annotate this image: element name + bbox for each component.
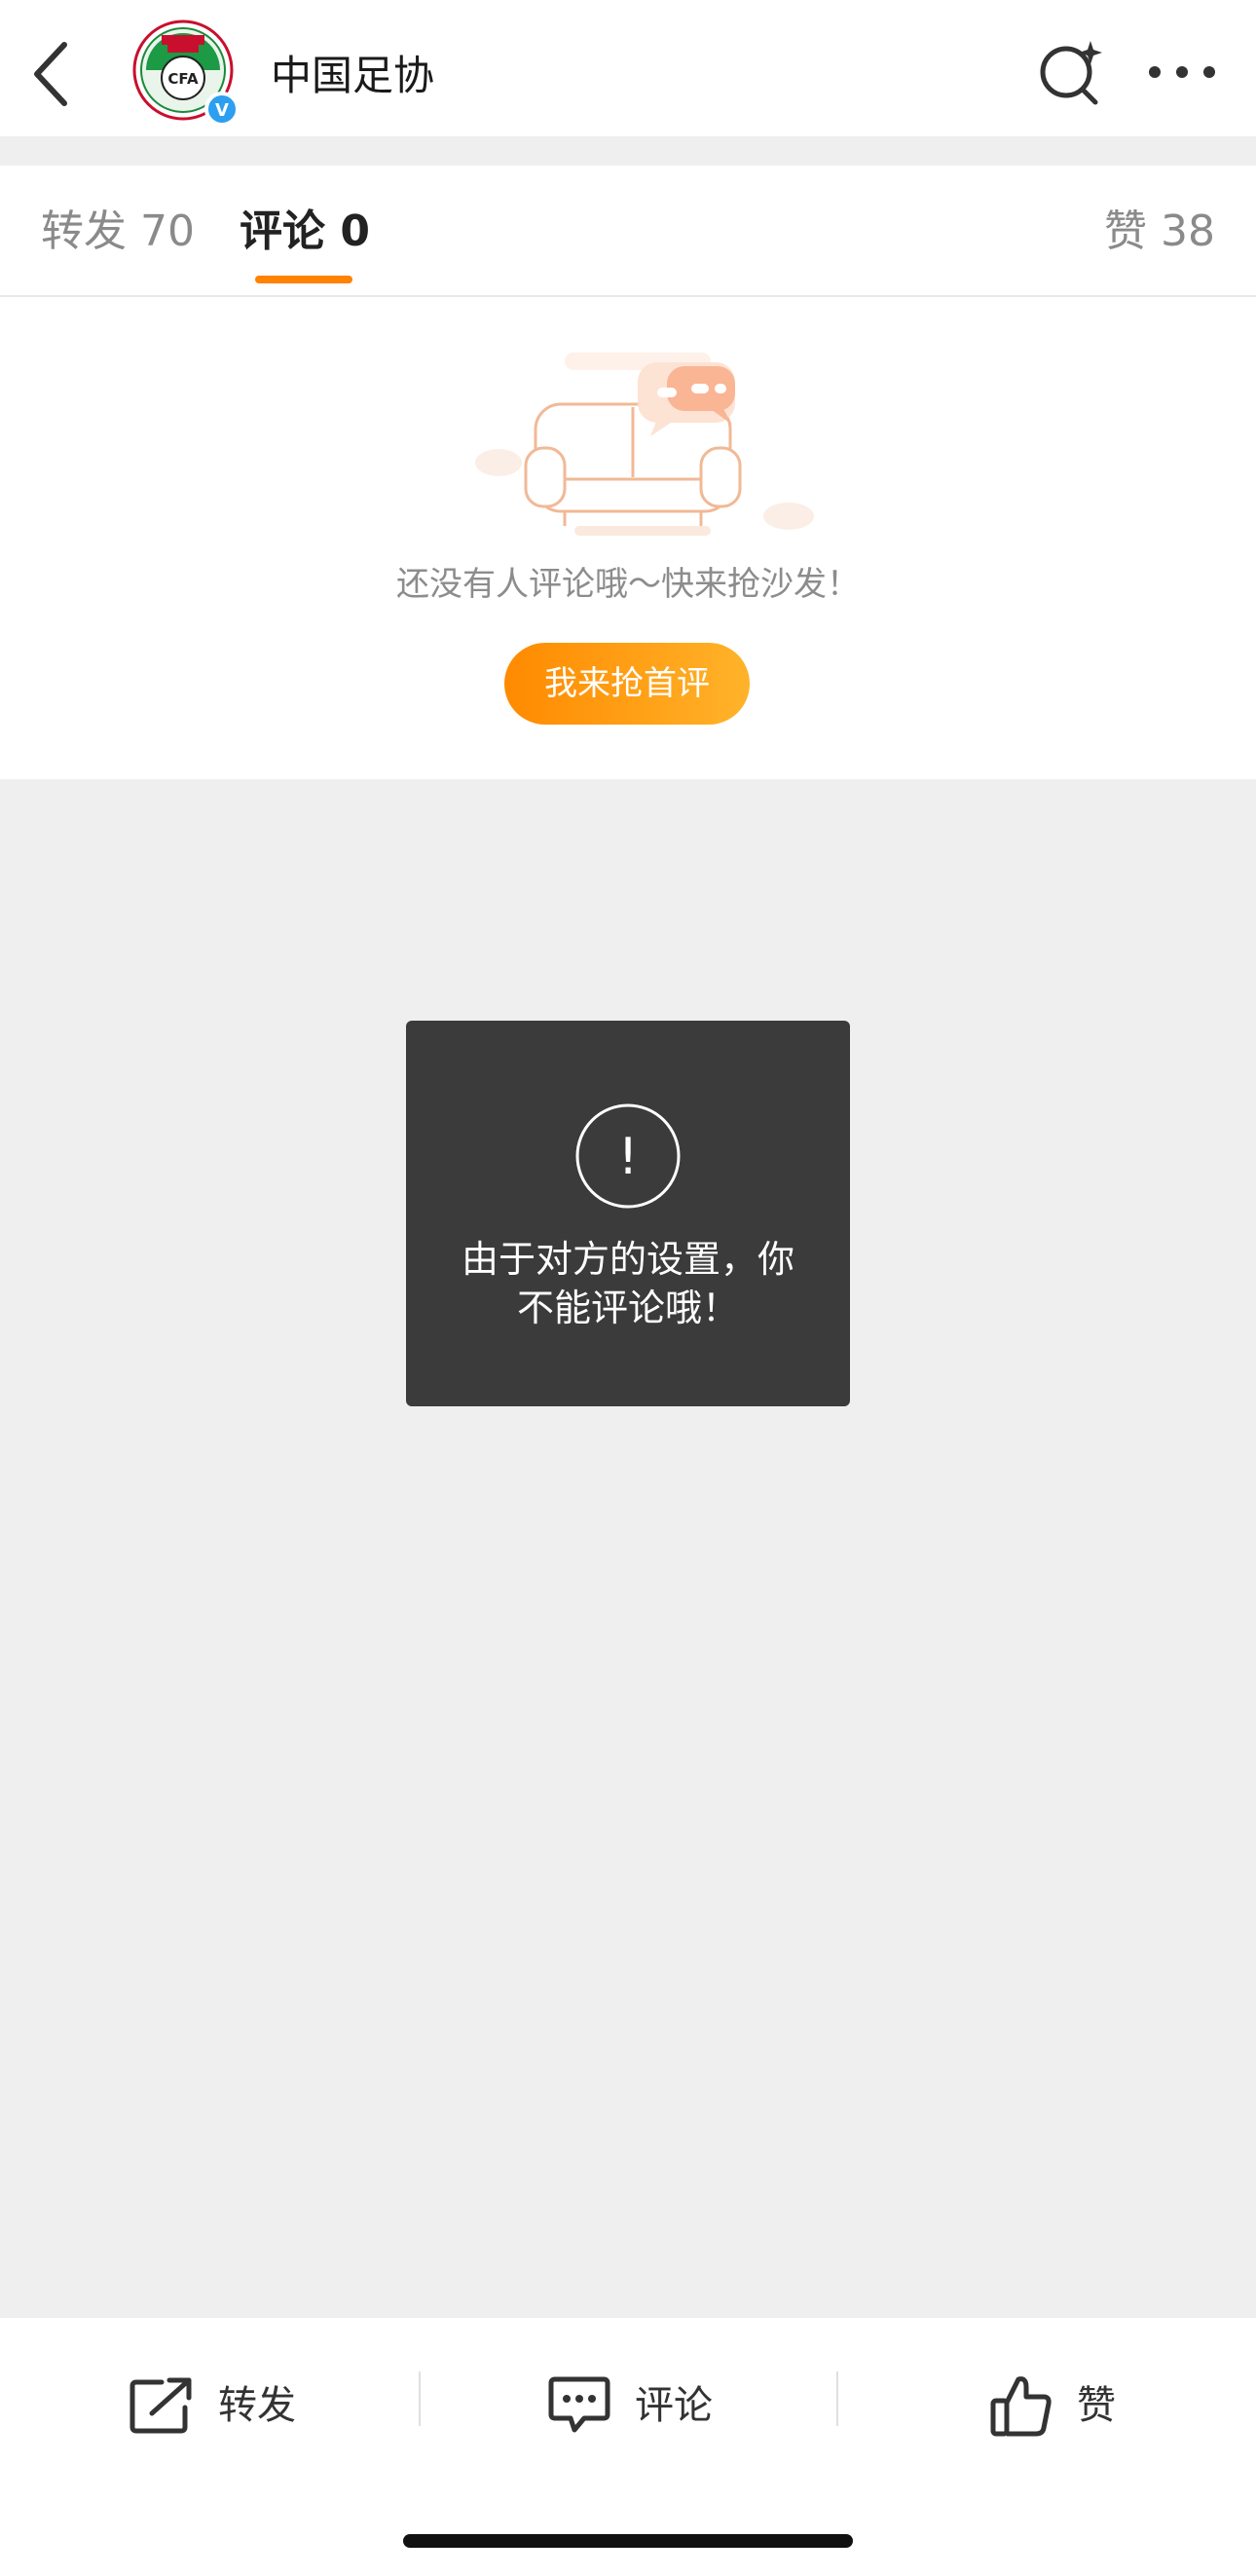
repost-label: 转发 [218,2383,296,2428]
comment-tabs: 转发 70 评论 0 赞 38 [0,166,1256,297]
back-arrow-icon[interactable] [27,37,76,111]
toast-message: 由于对方的设置，你 不能评论哦！ [425,1235,831,1332]
account-name[interactable]: 中国足协 [271,47,434,105]
sofa-icon [475,353,814,536]
toast-message-line1: 由于对方的设置，你 [461,1238,794,1281]
empty-comments-state: 还没有人评论哦～快来抢沙发！ 我来抢首评 [0,297,1256,779]
share-icon [129,2377,192,2434]
like-button[interactable]: 赞 [989,2367,1116,2445]
tab-comment[interactable]: 评论 0 [240,203,370,261]
first-comment-button[interactable]: 我来抢首评 [504,643,750,725]
divider [836,2371,838,2426]
bottom-action-bar: 转发 评论 赞 [0,2318,1256,2576]
tab-like[interactable]: 赞 38 [1104,203,1215,261]
avatar[interactable]: CFA V [132,19,241,129]
search-sparkle-icon[interactable] [1037,39,1105,107]
thumbs-up-icon [990,2376,1052,2437]
comment-icon [548,2376,610,2433]
more-dots-icon[interactable] [1147,55,1217,90]
verified-badge: V [215,100,229,121]
toast-message-line2: 不能评论哦！ [516,1287,739,1329]
top-nav-bar: CFA V 中国足协 [0,0,1256,136]
restriction-toast: ! 由于对方的设置，你 不能评论哦！ [406,1021,850,1406]
comment-button[interactable]: 评论 [547,2367,713,2445]
tab-repost[interactable]: 转发 70 [41,203,195,261]
exclamation-glyph: ! [618,1128,639,1186]
active-tab-indicator [255,276,352,283]
like-label: 赞 [1077,2383,1116,2428]
avatar-logo-text: CFA [167,70,199,88]
home-indicator [403,2534,853,2548]
repost-button[interactable]: 转发 [129,2367,296,2445]
comment-label: 评论 [635,2383,713,2428]
divider [419,2371,421,2426]
exclamation-icon: ! [575,1103,681,1209]
empty-message: 还没有人评论哦～快来抢沙发！ [396,565,860,604]
